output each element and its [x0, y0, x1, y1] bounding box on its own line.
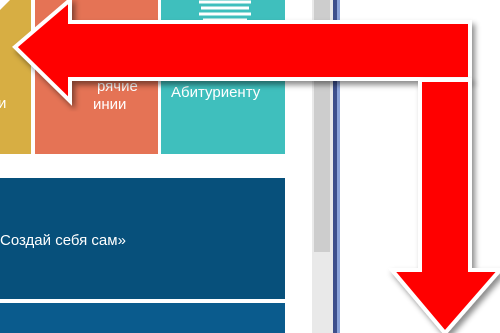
arrow-left-icon	[0, 0, 472, 106]
screenshot: и рячие инии Абитуриенту Создай себя сам…	[0, 0, 500, 333]
arrow-down-icon	[387, 78, 500, 333]
annotation-arrows	[0, 0, 500, 333]
